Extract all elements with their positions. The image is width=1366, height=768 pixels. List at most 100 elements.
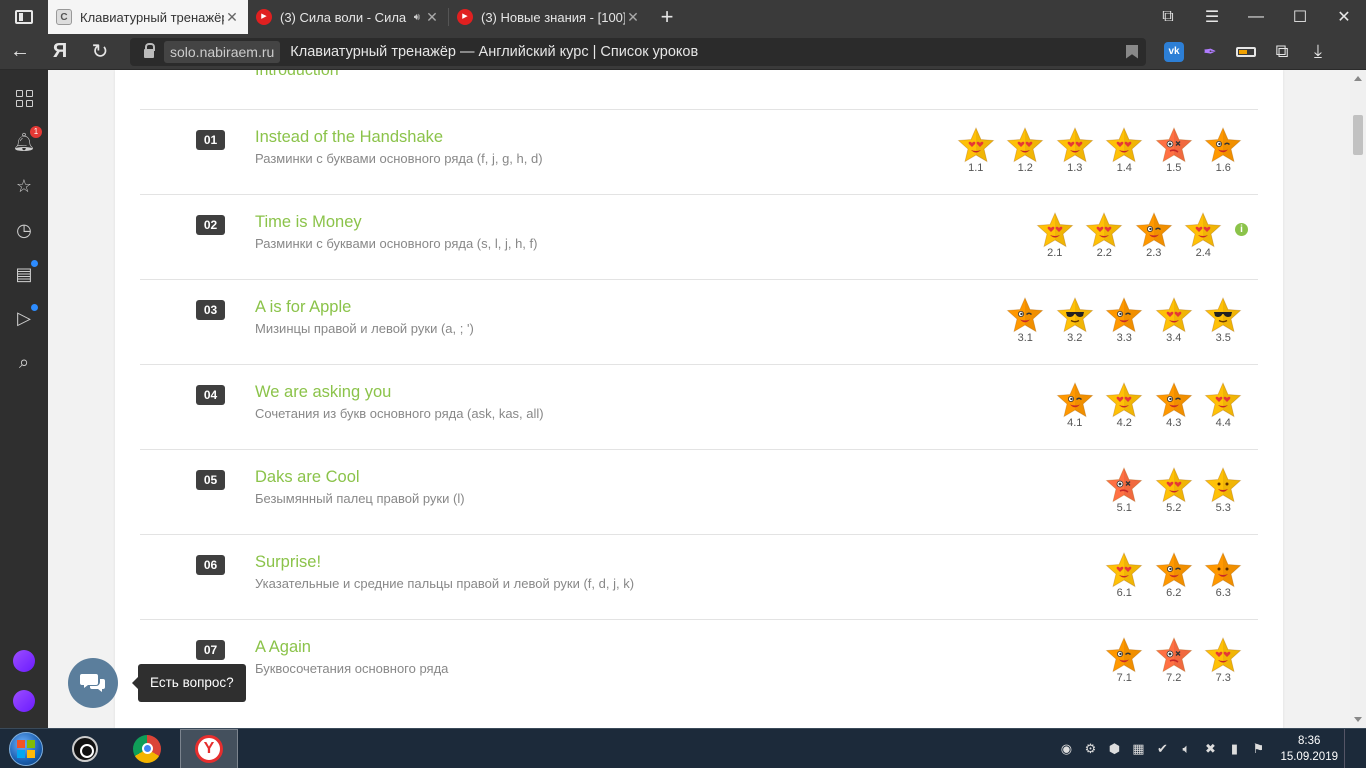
exercise-star[interactable]: 3.1 bbox=[1001, 296, 1051, 344]
lesson-row[interactable]: 06 Surprise! Указательные и средние паль… bbox=[140, 534, 1258, 619]
back-button[interactable]: ← bbox=[0, 34, 40, 70]
tray-app-icon[interactable]: ◉ bbox=[1054, 737, 1078, 761]
exercise-star[interactable]: 1.1 bbox=[951, 126, 1001, 174]
history-clock-icon[interactable]: ◷ bbox=[12, 218, 36, 242]
exercise-star[interactable]: 7.2 bbox=[1149, 636, 1199, 684]
maximize-button[interactable]: ☐ bbox=[1278, 0, 1322, 34]
exercise-star[interactable]: 1.3 bbox=[1050, 126, 1100, 174]
tabs-panel-button[interactable] bbox=[0, 0, 48, 34]
vk-extension[interactable]: vk bbox=[1156, 34, 1192, 70]
info-icon[interactable]: i bbox=[1235, 223, 1248, 236]
taskbar-chrome[interactable] bbox=[118, 729, 176, 768]
reload-button[interactable]: ↻ bbox=[80, 34, 120, 70]
browser-tab[interactable]: ▶ (3) Сила воли - Сила 🔊︎ ✕ bbox=[248, 0, 448, 34]
tab-close-icon[interactable]: ✕ bbox=[625, 9, 641, 26]
collections-icon[interactable]: ⧉ bbox=[1264, 34, 1300, 70]
exercise-star[interactable]: 6.3 bbox=[1199, 551, 1249, 599]
exercise-star[interactable]: 2.1 bbox=[1030, 211, 1080, 259]
exercise-star[interactable]: 5.2 bbox=[1149, 466, 1199, 514]
exercise-star[interactable]: 3.5 bbox=[1199, 296, 1249, 344]
lesson-row[interactable]: 03 A is for Apple Мизинцы правой и левой… bbox=[140, 279, 1258, 364]
exercise-star[interactable]: 2.3 bbox=[1129, 211, 1179, 259]
exercise-star[interactable]: 1.6 bbox=[1199, 126, 1249, 174]
exercise-star[interactable]: 6.2 bbox=[1149, 551, 1199, 599]
lesson-title[interactable]: Time is Money bbox=[255, 213, 362, 232]
taskbar-steam[interactable] bbox=[56, 729, 114, 768]
tray-network-icon[interactable]: ▦ bbox=[1126, 737, 1150, 761]
news-feed-icon[interactable]: ▤ bbox=[12, 260, 38, 286]
browser-tab[interactable]: С Клавиатурный тренажёр ✕ bbox=[48, 0, 248, 34]
video-play-icon[interactable]: ▷ bbox=[12, 304, 38, 330]
scroll-up-arrow[interactable] bbox=[1354, 76, 1362, 81]
tray-settings-icon[interactable]: ⚙ bbox=[1078, 737, 1102, 761]
notifications-bell-icon[interactable]: 🔔︎ 1 bbox=[12, 126, 42, 154]
bookmark-icon[interactable] bbox=[1126, 44, 1138, 59]
lock-icon[interactable] bbox=[138, 41, 160, 63]
exercise-star[interactable]: 1.4 bbox=[1100, 126, 1150, 174]
exercise-star[interactable]: 4.4 bbox=[1199, 381, 1249, 429]
lesson-title[interactable]: We are asking you bbox=[255, 383, 391, 402]
lesson-title[interactable]: A is for Apple bbox=[255, 298, 351, 317]
exercise-star[interactable]: 7.1 bbox=[1100, 636, 1150, 684]
yandex-home-button[interactable]: Я bbox=[40, 34, 80, 70]
chat-button[interactable] bbox=[68, 658, 118, 708]
scroll-down-arrow[interactable] bbox=[1354, 717, 1362, 722]
tab-close-icon[interactable]: ✕ bbox=[224, 9, 240, 26]
alisa-icon[interactable] bbox=[13, 690, 35, 712]
browser-tab[interactable]: ▶ (3) Новые знания - [100] У ✕ bbox=[449, 0, 649, 34]
exercise-star[interactable]: 5.3 bbox=[1199, 466, 1249, 514]
lesson-row[interactable]: 05 Daks are Cool Безымянный палец правой… bbox=[140, 449, 1258, 534]
download-icon[interactable]: ⤓ bbox=[1300, 34, 1336, 70]
battery-extension[interactable] bbox=[1228, 34, 1264, 70]
lesson-row[interactable]: 07 A Again Буквосочетания основного ряда… bbox=[140, 619, 1258, 704]
exercise-star[interactable]: 4.2 bbox=[1100, 381, 1150, 429]
show-desktop-button[interactable] bbox=[1344, 728, 1358, 768]
lesson-title[interactable]: A Again bbox=[255, 638, 311, 657]
domain-chip[interactable]: solo.nabiraem.ru bbox=[164, 40, 281, 63]
tab-audio-icon[interactable]: 🔊︎ bbox=[414, 12, 420, 23]
lesson-row[interactable]: 01 Instead of the Handshake Разминки с б… bbox=[140, 109, 1258, 194]
close-window-button[interactable]: ✕ bbox=[1322, 0, 1366, 34]
messenger-icon[interactable] bbox=[13, 650, 35, 672]
exercise-star[interactable]: 6.1 bbox=[1100, 551, 1150, 599]
services-grid-icon[interactable] bbox=[12, 86, 36, 110]
exercise-star[interactable]: 2.2 bbox=[1080, 211, 1130, 259]
lesson-title[interactable]: Instead of the Handshake bbox=[255, 128, 443, 147]
taskbar-clock[interactable]: 8:36 15.09.2019 bbox=[1280, 733, 1338, 765]
tray-battery-icon[interactable]: ▮ bbox=[1222, 737, 1246, 761]
exercise-star[interactable]: 3.2 bbox=[1050, 296, 1100, 344]
exercise-star[interactable]: 1.5 bbox=[1149, 126, 1199, 174]
tab-close-icon[interactable]: ✕ bbox=[424, 9, 440, 26]
scroll-thumb[interactable] bbox=[1353, 115, 1363, 155]
tray-volume-icon[interactable]: 🔈︎ bbox=[1174, 737, 1198, 761]
taskbar-yandex-browser[interactable]: Y bbox=[180, 728, 238, 768]
page-scrollbar[interactable] bbox=[1350, 70, 1366, 728]
exercise-star[interactable]: 3.4 bbox=[1149, 296, 1199, 344]
new-tab-button[interactable]: + bbox=[649, 0, 685, 34]
favorites-star-icon[interactable]: ☆ bbox=[12, 174, 36, 198]
tray-update-icon[interactable]: ✔ bbox=[1150, 737, 1174, 761]
intro-label[interactable]: Introduction bbox=[255, 70, 339, 80]
exercise-star[interactable]: 1.2 bbox=[1001, 126, 1051, 174]
exercise-star[interactable]: 5.1 bbox=[1100, 466, 1150, 514]
menu-icon[interactable]: ☰ bbox=[1190, 0, 1234, 34]
downloads-panel-icon[interactable]: ⧉ bbox=[1146, 0, 1190, 34]
tray-shield-icon[interactable]: ⬢ bbox=[1102, 737, 1126, 761]
omnibox[interactable]: solo.nabiraem.ru Клавиатурный тренажёр —… bbox=[130, 37, 1146, 66]
lesson-title[interactable]: Daks are Cool bbox=[255, 468, 360, 487]
exercise-star[interactable]: 4.3 bbox=[1149, 381, 1199, 429]
exercise-star[interactable]: 2.4 bbox=[1179, 211, 1229, 259]
exercise-star[interactable]: 4.1 bbox=[1050, 381, 1100, 429]
tray-connection-icon[interactable]: ✖ bbox=[1198, 737, 1222, 761]
exercise-star[interactable]: 7.3 bbox=[1199, 636, 1249, 684]
exercise-star[interactable]: 3.3 bbox=[1100, 296, 1150, 344]
search-doc-icon[interactable]: ⌕ bbox=[12, 350, 36, 374]
lesson-title[interactable]: Surprise! bbox=[255, 553, 321, 572]
start-button[interactable] bbox=[0, 729, 52, 768]
lesson-row[interactable]: 02 Time is Money Разминки с буквами осно… bbox=[140, 194, 1258, 279]
page-title[interactable]: Клавиатурный тренажёр — Английский курс … bbox=[290, 44, 1126, 60]
tray-flag-icon[interactable]: ⚑ bbox=[1246, 737, 1270, 761]
feather-extension-icon[interactable]: ✒ bbox=[1192, 34, 1228, 70]
lesson-row[interactable]: 04 We are asking you Сочетания из букв о… bbox=[140, 364, 1258, 449]
minimize-button[interactable]: — bbox=[1234, 0, 1278, 34]
